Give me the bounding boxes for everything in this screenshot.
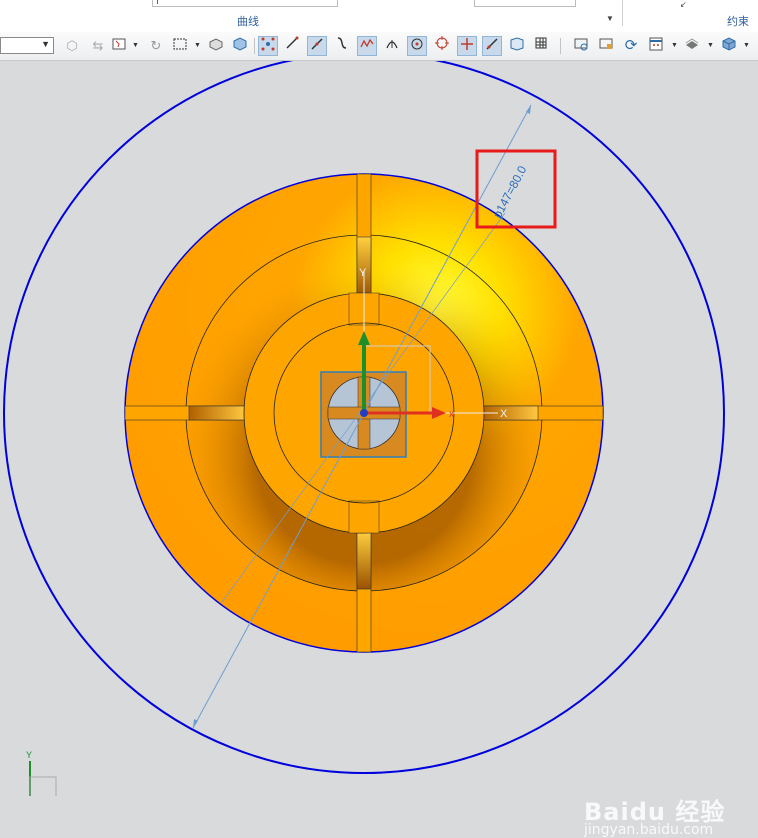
- toolbar: ▼ ⬡ ⇆ ▼ ↻ ▼ ⟳ ▼ ▼ ▼: [0, 32, 758, 61]
- toolbar-separator-2: [560, 38, 561, 54]
- select-dropdown-icon[interactable]: ▼: [132, 42, 139, 49]
- grid-icon[interactable]: [531, 36, 551, 56]
- ribbon: 曲线 ▼ ↙ 约束: [0, 0, 758, 33]
- csys-y-label: Y: [359, 267, 367, 279]
- curve-group-label: 曲线: [237, 16, 259, 28]
- selection-filter-combo[interactable]: ▼: [0, 37, 54, 54]
- slope-icon[interactable]: [307, 36, 327, 56]
- triad-box: [29, 776, 57, 798]
- frame-icon[interactable]: [596, 36, 616, 56]
- layout-dropdown-icon[interactable]: ▼: [671, 42, 678, 49]
- select-box-icon[interactable]: [110, 36, 130, 56]
- boss-notch-bottom: [348, 500, 380, 534]
- toolbar-separator: [254, 38, 255, 54]
- cube-dropdown-icon[interactable]: ▼: [743, 42, 750, 49]
- spline-icon[interactable]: [357, 36, 377, 56]
- constraint-group-label: 约束: [727, 16, 749, 28]
- ribbon-field[interactable]: [152, 0, 338, 7]
- block-icon[interactable]: [206, 36, 226, 56]
- points-icon[interactable]: [258, 36, 278, 56]
- ribbon-separator: [622, 0, 623, 26]
- layer-dropdown-icon[interactable]: ▼: [707, 42, 714, 49]
- rotate-icon[interactable]: ↻: [146, 36, 166, 56]
- watermark-url: jingyan.baidu.com: [584, 822, 714, 838]
- screenshot-icon[interactable]: [571, 36, 591, 56]
- line-icon[interactable]: [282, 36, 302, 56]
- cube-icon[interactable]: [719, 36, 739, 56]
- chevron-down-icon[interactable]: ▼: [41, 39, 50, 49]
- ribbon-arrow-icon: ↙: [680, 0, 687, 9]
- layout-icon[interactable]: [646, 36, 666, 56]
- ribbon-dropdown-icon[interactable]: ▼: [606, 14, 614, 23]
- tangent-icon[interactable]: [482, 36, 502, 56]
- triad-y-label: Y: [26, 750, 32, 760]
- slot-bottom-inner: [356, 530, 372, 590]
- cross-icon[interactable]: [457, 36, 477, 56]
- slot-left-inner: [188, 405, 246, 421]
- ribbon-field-2[interactable]: [474, 0, 576, 7]
- snap-icon[interactable]: ⇆: [88, 36, 108, 56]
- rectangle-icon[interactable]: [170, 36, 190, 56]
- filter-icon[interactable]: ⬡: [62, 36, 82, 56]
- refresh-icon[interactable]: ⟳: [621, 36, 641, 56]
- rectangle-dropdown-icon[interactable]: ▼: [194, 42, 201, 49]
- circle-icon[interactable]: [432, 36, 452, 56]
- layer-icon[interactable]: [682, 36, 702, 56]
- dimension-label[interactable]: p147=80.0: [490, 163, 529, 220]
- curve-icon[interactable]: [332, 36, 352, 56]
- csys-x-label: X: [500, 408, 508, 420]
- red-x-label: x: [449, 409, 454, 420]
- center-point-icon[interactable]: [407, 36, 427, 56]
- watermark: Baidu 经验 jingyan.baidu.com: [584, 792, 725, 838]
- model-canvas[interactable]: p147=80.0 Y X x Y: [0, 52, 758, 798]
- view-icon[interactable]: [507, 36, 527, 56]
- arc-icon[interactable]: [382, 36, 402, 56]
- csys-origin-icon[interactable]: [360, 409, 368, 417]
- solid-icon[interactable]: [230, 36, 250, 56]
- graphics-viewport[interactable]: p147=80.0 Y X x Y Baidu 经验 jingyan.baidu…: [0, 52, 758, 838]
